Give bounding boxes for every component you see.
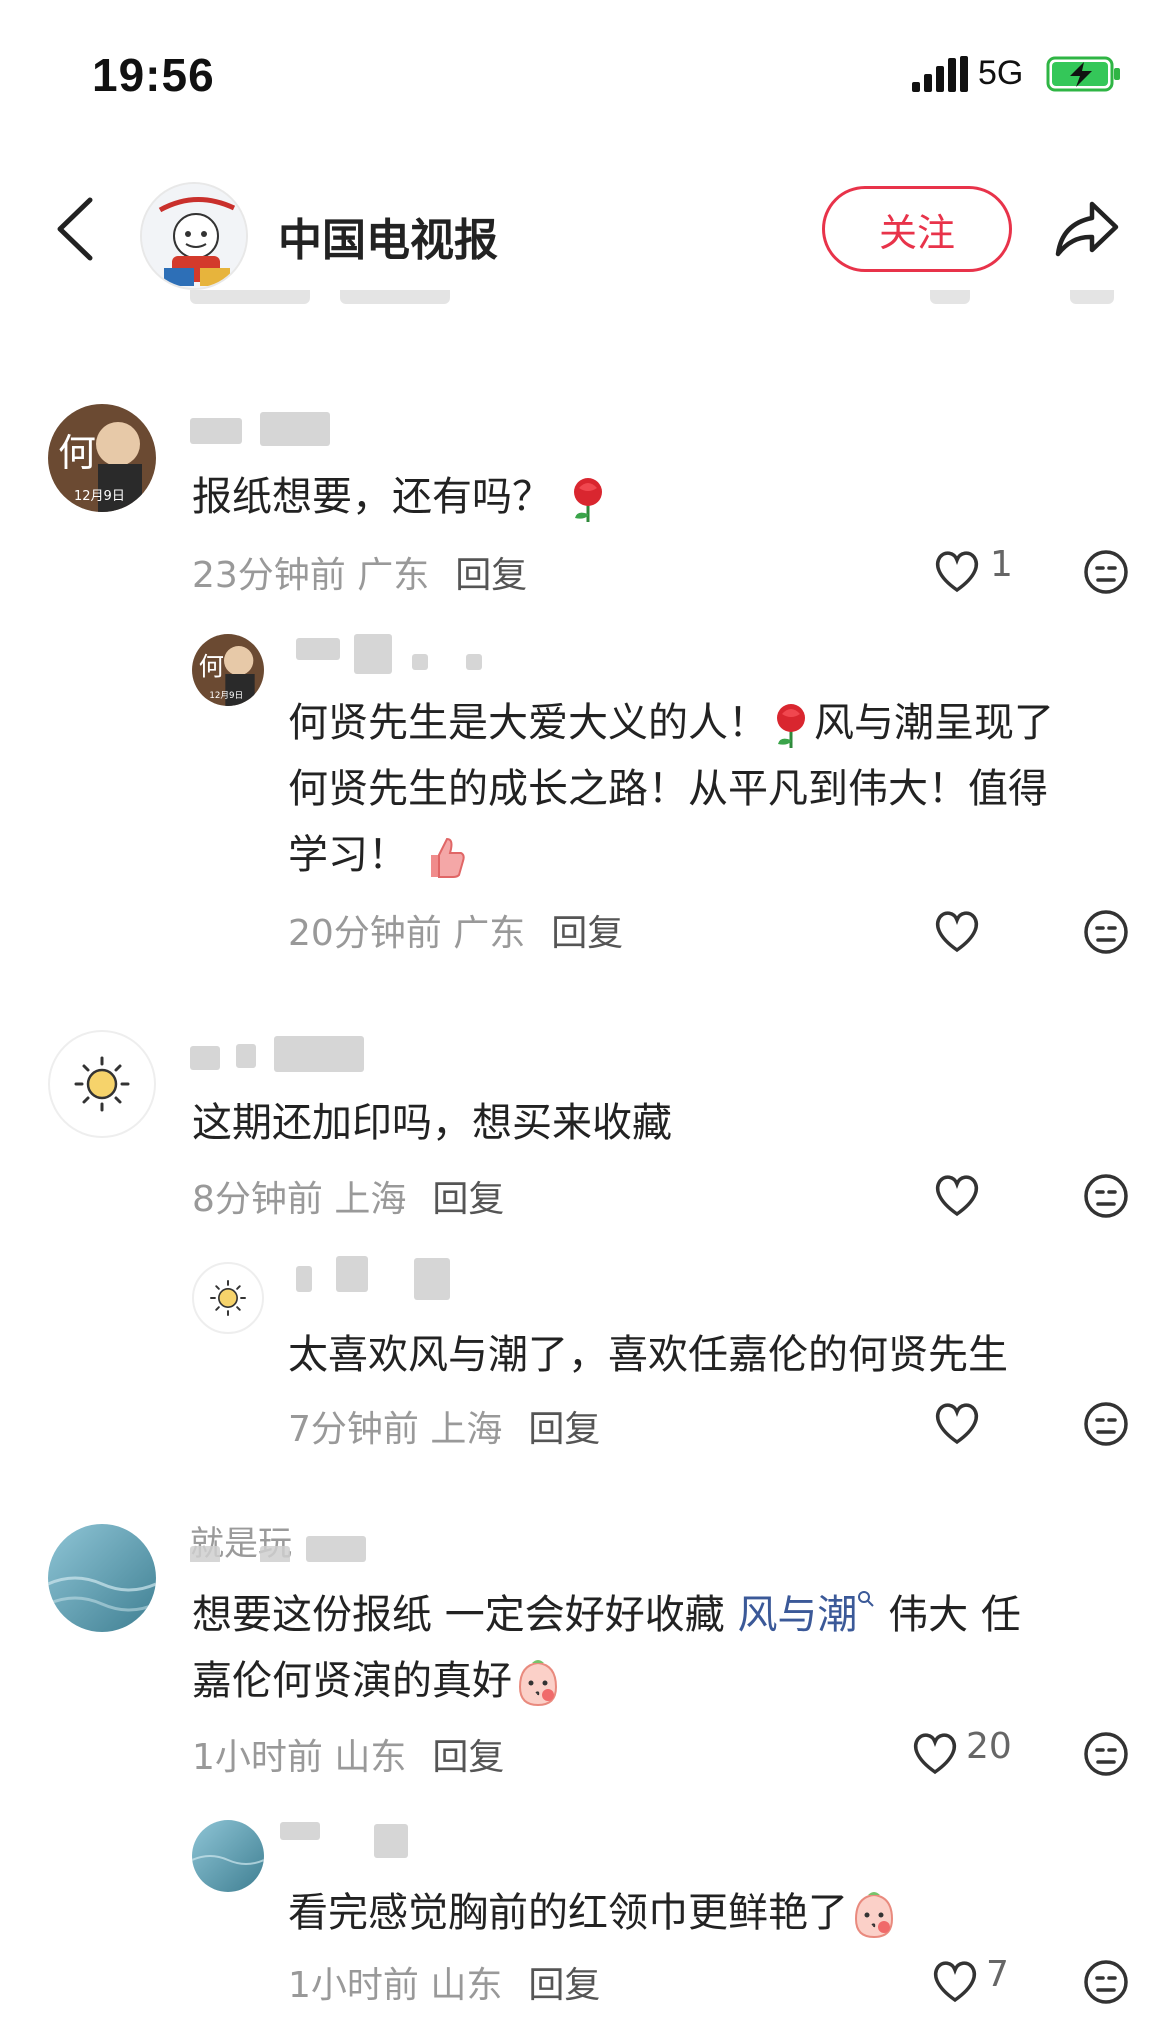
like-count: 20 xyxy=(966,1726,1012,1767)
comment-text: 何贤先生是大爱大义的人！ 风与潮呈现了 何贤先生的成长之路！从平凡到伟大！值得 … xyxy=(288,690,1128,888)
rose-icon xyxy=(573,478,602,522)
avatar[interactable] xyxy=(192,1262,264,1334)
battery-charging-icon xyxy=(1046,56,1120,92)
account-name[interactable]: 中国电视报 xyxy=(278,204,498,268)
comment-text: 报纸想要，还有吗？ xyxy=(192,464,611,530)
comment-meta: 23分钟前 广东 回复 xyxy=(192,555,528,596)
sun-icon xyxy=(74,1056,130,1112)
like-count: 7 xyxy=(986,1954,1009,1995)
tiger-mascot-icon xyxy=(142,184,246,288)
thumbs-up-icon xyxy=(430,837,465,878)
poster-avatar-icon: 何 12月9日 xyxy=(192,634,264,706)
username[interactable] xyxy=(190,1034,370,1074)
poster-avatar-icon: 何 12月9日 xyxy=(48,404,156,512)
reply-button[interactable]: 回复 xyxy=(528,1965,600,2006)
network-type: 5G xyxy=(978,54,1024,92)
dislike-face-icon[interactable] xyxy=(1082,908,1130,956)
heart-icon[interactable] xyxy=(932,1172,982,1218)
reply-button[interactable]: 回复 xyxy=(455,555,527,596)
avatar[interactable]: 何 12月9日 xyxy=(48,404,156,512)
blushing-face-icon xyxy=(518,1660,558,1707)
dislike-face-icon[interactable] xyxy=(1082,1958,1130,2006)
svg-text:何: 何 xyxy=(199,651,224,681)
dislike-face-icon[interactable] xyxy=(1082,1172,1130,1220)
comment-meta: 1小时前 山东 回复 xyxy=(288,1965,601,2006)
svg-text:12月9日: 12月9日 xyxy=(209,690,243,701)
status-bar: 19:56 5G xyxy=(0,0,1170,140)
page-header: 中国电视报 关注 xyxy=(0,170,1170,290)
ocean-avatar-icon xyxy=(192,1820,264,1892)
heart-icon[interactable] xyxy=(932,1400,982,1446)
ocean-avatar-icon xyxy=(48,1524,156,1632)
svg-text:12月9日: 12月9日 xyxy=(74,489,125,504)
username[interactable] xyxy=(280,1822,420,1862)
svg-text:何: 何 xyxy=(58,431,96,475)
signal-strength-icon xyxy=(912,56,968,92)
avatar[interactable]: 何 12月9日 xyxy=(192,634,264,706)
account-avatar[interactable] xyxy=(140,182,248,290)
comment-text: 这期还加印吗，想买来收藏 xyxy=(192,1100,672,1146)
sun-icon xyxy=(210,1280,246,1316)
avatar[interactable] xyxy=(192,1820,264,1892)
partial-comment-row xyxy=(190,290,1130,324)
search-icon xyxy=(858,1591,875,1607)
comment-text: 想要这份报纸 一定会好好收藏 风与潮 伟大 任 嘉伦何贤演的真好 xyxy=(192,1582,1122,1714)
follow-button[interactable]: 关注 xyxy=(822,186,1012,272)
dislike-face-icon[interactable] xyxy=(1082,1400,1130,1448)
comment-text: 太喜欢风与潮了，喜欢任嘉伦的何贤先生 xyxy=(288,1332,1008,1378)
share-arrow-icon[interactable] xyxy=(1052,194,1122,264)
blushing-face-icon xyxy=(854,1892,894,1939)
reply-button[interactable]: 回复 xyxy=(432,1179,504,1220)
username[interactable] xyxy=(296,1254,456,1300)
username[interactable]: 就是玩 xyxy=(190,1522,390,1562)
heart-icon[interactable] xyxy=(932,908,982,954)
dislike-face-icon[interactable] xyxy=(1082,1730,1130,1778)
reply-button[interactable]: 回复 xyxy=(528,1409,600,1450)
comment-meta: 1小时前 山东 回复 xyxy=(192,1737,505,1778)
heart-icon[interactable] xyxy=(930,1958,980,2004)
status-time: 19:56 xyxy=(92,49,215,101)
reply-button[interactable]: 回复 xyxy=(432,1737,504,1778)
comment-meta: 8分钟前 上海 回复 xyxy=(192,1179,505,1220)
avatar[interactable] xyxy=(48,1524,156,1632)
dislike-face-icon[interactable] xyxy=(1082,548,1130,596)
heart-icon[interactable] xyxy=(932,548,982,594)
heart-icon[interactable] xyxy=(910,1730,960,1776)
username[interactable] xyxy=(190,412,340,452)
comment-meta: 20分钟前 广东 回复 xyxy=(288,913,624,954)
reply-button[interactable]: 回复 xyxy=(551,913,623,954)
rose-icon xyxy=(777,704,805,748)
like-count: 1 xyxy=(990,544,1013,585)
back-button[interactable] xyxy=(50,194,100,264)
comment-text: 看完感觉胸前的红领巾更鲜艳了 xyxy=(288,1880,900,1946)
avatar[interactable] xyxy=(48,1030,156,1138)
topic-link[interactable]: 风与潮 xyxy=(737,1591,875,1638)
comment-meta: 7分钟前 上海 回复 xyxy=(288,1409,601,1450)
username[interactable] xyxy=(296,634,496,674)
